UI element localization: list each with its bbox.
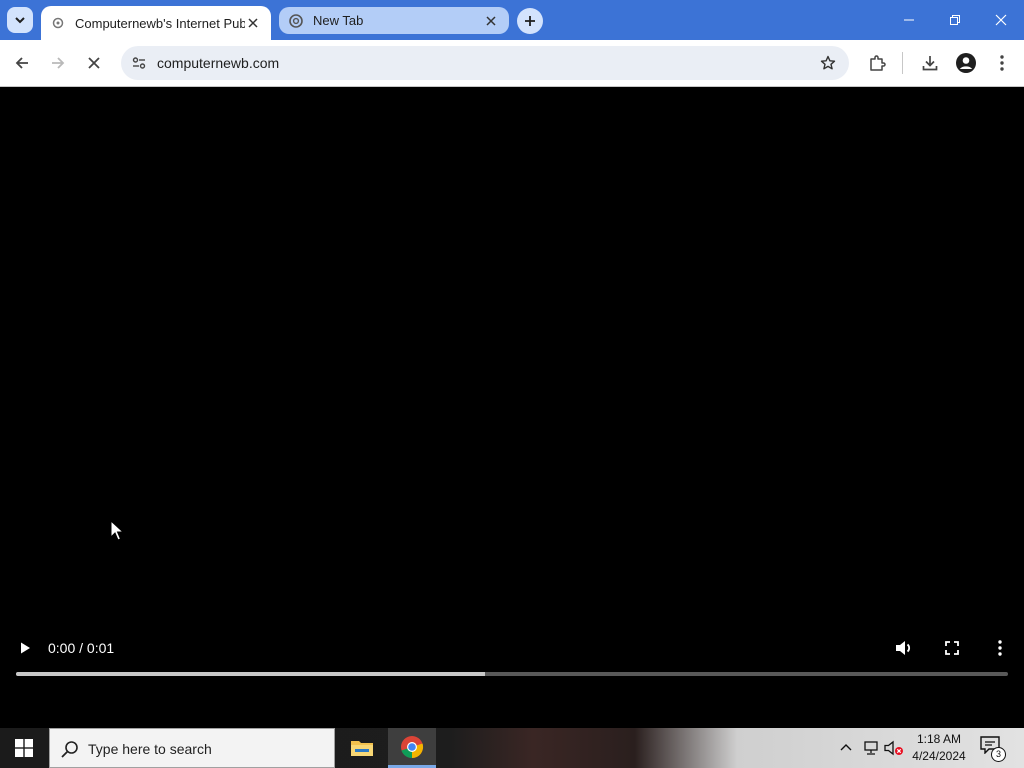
notification-count-badge: 3	[991, 747, 1006, 762]
video-player[interactable]	[0, 87, 1024, 728]
chrome-icon	[289, 13, 303, 28]
tab-title: New Tab	[313, 13, 364, 28]
plus-icon	[525, 16, 535, 26]
fullscreen-icon	[945, 641, 959, 655]
notifications-button[interactable]: 3	[980, 736, 1006, 762]
tab-new-tab[interactable]: New Tab	[279, 7, 509, 34]
start-button[interactable]	[0, 728, 48, 768]
url-text[interactable]: computernewb.com	[157, 55, 279, 71]
chrome-taskbar-button[interactable]	[388, 728, 436, 768]
menu-button[interactable]	[987, 48, 1017, 78]
tune-icon	[132, 57, 146, 69]
profile-button[interactable]	[951, 48, 981, 78]
search-icon	[61, 741, 78, 758]
taskbar: Type here to search 1:18 AM 4/24/2024 3	[0, 728, 1024, 768]
play-icon	[21, 642, 30, 654]
volume-icon	[896, 641, 911, 655]
system-clock[interactable]: 1:18 AM 4/24/2024	[906, 731, 972, 765]
back-arrow-icon	[15, 57, 28, 69]
tab-computernewb[interactable]: Computernewb's Internet Pub	[41, 6, 271, 40]
folder-icon	[351, 741, 373, 756]
downloads-button[interactable]	[915, 48, 945, 78]
video-time: 0:00 / 0:01	[48, 640, 115, 656]
close-tab-icon[interactable]	[483, 13, 499, 29]
play-button[interactable]	[13, 636, 37, 660]
puzzle-icon	[870, 55, 886, 71]
stop-icon	[88, 57, 100, 69]
more-vert-icon	[1000, 55, 1004, 71]
chevron-up-icon	[840, 744, 852, 751]
volume-muted-icon	[884, 740, 903, 756]
browser-toolbar: computernewb.com	[0, 40, 1024, 87]
close-icon	[995, 14, 1007, 26]
search-placeholder: Type here to search	[88, 741, 212, 757]
mouse-cursor-icon	[110, 520, 124, 541]
back-button[interactable]	[7, 48, 37, 78]
clock-date: 4/24/2024	[912, 749, 966, 763]
new-tab-button[interactable]	[517, 8, 543, 34]
chrome-icon	[401, 735, 424, 758]
chevron-down-icon	[15, 17, 25, 24]
forward-arrow-icon	[52, 57, 65, 69]
tab-title: Computernewb's Internet Pub	[75, 15, 245, 31]
network-icon	[864, 741, 878, 755]
clock-time: 1:18 AM	[916, 732, 962, 746]
file-explorer-button[interactable]	[338, 728, 386, 768]
network-button[interactable]	[861, 738, 881, 758]
stop-loading-button[interactable]	[79, 48, 109, 78]
more-vert-icon	[998, 640, 1002, 656]
restore-button[interactable]	[939, 6, 971, 34]
tab-search-button[interactable]	[7, 7, 33, 33]
mute-button[interactable]	[892, 636, 916, 660]
show-hidden-icons-button[interactable]	[836, 738, 856, 758]
video-options-button[interactable]	[988, 636, 1012, 660]
minimize-icon	[904, 19, 914, 21]
tab-strip: Computernewb's Internet Pub New Tab	[0, 0, 1024, 40]
close-window-button[interactable]	[985, 6, 1017, 34]
account-icon	[956, 53, 976, 73]
video-progress-bar[interactable]	[16, 672, 1008, 676]
address-bar[interactable]: computernewb.com	[121, 46, 849, 80]
toolbar-separator	[902, 52, 903, 74]
site-info-button[interactable]	[127, 51, 151, 75]
close-tab-icon[interactable]	[245, 15, 261, 31]
download-icon	[922, 56, 938, 71]
taskbar-search-box[interactable]: Type here to search	[49, 728, 335, 768]
forward-button[interactable]	[43, 48, 73, 78]
extensions-button[interactable]	[862, 48, 892, 78]
site-favicon-icon	[51, 16, 65, 30]
star-icon	[820, 55, 836, 70]
fullscreen-button[interactable]	[940, 636, 964, 660]
bookmark-star-button[interactable]	[819, 54, 837, 72]
volume-tray-button[interactable]	[884, 738, 904, 758]
restore-icon	[950, 15, 960, 25]
windows-logo-icon	[15, 739, 33, 757]
minimize-button[interactable]	[893, 6, 925, 34]
video-progress-fill	[16, 672, 486, 676]
